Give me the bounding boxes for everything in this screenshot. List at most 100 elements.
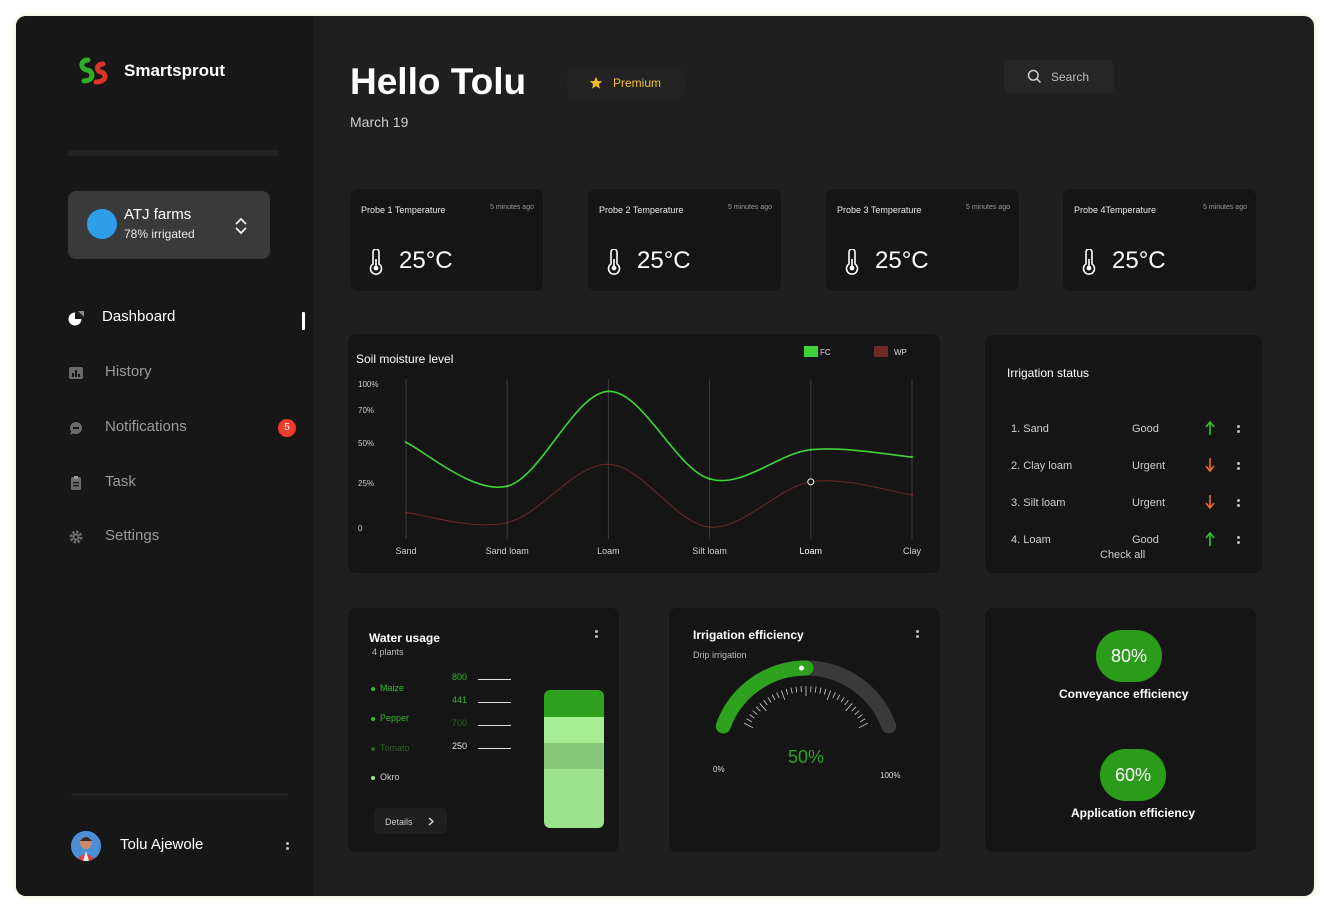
gauge-tick bbox=[749, 714, 755, 719]
legend-dot bbox=[371, 686, 375, 691]
sidebar-item-label: Notifications bbox=[105, 418, 187, 435]
legend-label: WP bbox=[894, 348, 907, 357]
irrigation-row-status: Urgent bbox=[1132, 460, 1166, 472]
gauge-tick bbox=[767, 697, 772, 703]
application-value-pill: 60% bbox=[1100, 749, 1166, 801]
page-title: Hello Tolu bbox=[350, 61, 527, 102]
gauge-tick bbox=[814, 686, 817, 693]
plant-label: Maize bbox=[380, 683, 405, 693]
gauge-tick bbox=[844, 700, 849, 706]
irrigation-row-name: 3. Silt loam bbox=[1011, 497, 1066, 509]
sidebar-item-label: Dashboard bbox=[102, 308, 176, 325]
sidebar-item-label: Task bbox=[105, 473, 136, 490]
x-tick-label: Clay bbox=[903, 546, 922, 556]
avatar[interactable] bbox=[71, 831, 101, 861]
row-menu-icon[interactable] bbox=[1237, 462, 1241, 474]
check-all-link[interactable]: Check all bbox=[1100, 549, 1145, 561]
arrow-down-icon bbox=[1205, 495, 1215, 510]
plant-legend-item: Tomato bbox=[371, 743, 410, 753]
gauge-tick bbox=[857, 714, 863, 719]
user-menu-icon[interactable] bbox=[286, 842, 290, 854]
probe-value: 25°C bbox=[399, 247, 453, 274]
irrigation-row-status: Good bbox=[1132, 423, 1159, 435]
clipboard-icon bbox=[71, 476, 81, 490]
sidebar-item-history[interactable]: History bbox=[68, 361, 308, 385]
star-icon bbox=[589, 76, 603, 89]
usage-tick-line bbox=[478, 748, 511, 749]
plant-label: Tomato bbox=[380, 743, 410, 753]
gauge-tick bbox=[763, 700, 768, 706]
data-point bbox=[910, 493, 914, 497]
water-usage-menu-icon[interactable] bbox=[595, 630, 599, 642]
water-usage-card: Water usage 4 plants Maize Pepper Tomato… bbox=[348, 608, 619, 852]
gauge-tick bbox=[858, 722, 868, 729]
water-usage-subtitle: 4 plants bbox=[372, 647, 404, 657]
series-line-fc bbox=[405, 390, 913, 489]
gauge-tick bbox=[819, 687, 822, 694]
irrigation-status-title: Irrigation status bbox=[1007, 366, 1090, 380]
gauge-tick bbox=[845, 703, 853, 712]
usage-tick-label: 250 bbox=[452, 741, 468, 751]
probe-card-4[interactable]: Probe 4Temperature 5 minutes ago 25°C bbox=[1063, 189, 1256, 291]
sidebar-divider bbox=[71, 793, 288, 796]
farm-switcher[interactable]: ATJ farms 78% irrigated bbox=[68, 191, 270, 259]
arrow-down-icon bbox=[1205, 458, 1215, 473]
sidebar-item-task[interactable]: Task bbox=[68, 471, 308, 495]
sidebar-item-notifications[interactable]: Notifications bbox=[68, 416, 308, 440]
gauge-knob bbox=[798, 665, 804, 671]
active-indicator bbox=[302, 312, 305, 330]
conveyance-label: Conveyance efficiency bbox=[1059, 687, 1189, 701]
row-menu-icon[interactable] bbox=[1237, 536, 1241, 548]
probe-title: Probe 3 Temperature bbox=[837, 205, 922, 215]
data-point bbox=[607, 390, 610, 393]
water-usage-title: Water usage bbox=[369, 631, 440, 645]
row-menu-icon[interactable] bbox=[1237, 499, 1241, 511]
gauge-tick bbox=[759, 703, 767, 712]
usage-tick-label: 700 bbox=[452, 718, 468, 728]
legend-swatch bbox=[804, 346, 818, 357]
thermometer-icon bbox=[1082, 249, 1096, 275]
gauge-tick bbox=[744, 722, 754, 729]
probe-card-3[interactable]: Probe 3 Temperature 5 minutes ago 25°C bbox=[826, 189, 1019, 291]
irrigation-row-status: Good bbox=[1132, 534, 1159, 546]
gauge-tick bbox=[826, 690, 832, 701]
sidebar: Smartsprout ATJ farms 78% irrigated Dash… bbox=[16, 16, 314, 896]
gauge-tick bbox=[752, 710, 758, 715]
premium-button[interactable]: Premium bbox=[567, 68, 685, 98]
gauge-tick bbox=[836, 694, 841, 701]
sidebar-item-settings[interactable]: Settings bbox=[68, 525, 308, 549]
irrigation-row[interactable]: 3. Silt loam Urgent bbox=[1011, 495, 1251, 515]
app-window: Smartsprout ATJ farms 78% irrigated Dash… bbox=[16, 16, 1314, 896]
application-label: Application efficiency bbox=[1071, 806, 1196, 820]
farm-name: ATJ farms bbox=[124, 206, 192, 223]
search-button[interactable]: Search bbox=[1004, 60, 1114, 93]
sidebar-item-label: Settings bbox=[105, 527, 160, 544]
usage-tick-line bbox=[478, 725, 511, 726]
y-tick-label: 70% bbox=[358, 406, 374, 415]
row-menu-icon[interactable] bbox=[1237, 425, 1241, 437]
gauge-tick bbox=[795, 686, 798, 693]
irrigation-row[interactable]: 2. Clay loam Urgent bbox=[1011, 458, 1251, 478]
chevron-updown-icon[interactable] bbox=[232, 216, 250, 236]
sidebar-item-dashboard[interactable]: Dashboard bbox=[68, 306, 308, 330]
irrigation-row[interactable]: 1. Sand Good bbox=[1011, 420, 1251, 441]
gear-icon bbox=[69, 530, 83, 544]
thermometer-icon bbox=[845, 249, 859, 275]
soil-moisture-card: Soil moisture level 100% 70% 50% 25% 0 Sand Sa… bbox=[348, 334, 940, 573]
bar-segment-okro bbox=[544, 769, 604, 828]
details-button[interactable]: Details bbox=[374, 808, 447, 834]
gauge-max-label: 100% bbox=[880, 771, 901, 780]
irrigation-status-card: Irrigation status 1. Sand Good 2. Clay loa… bbox=[985, 335, 1262, 573]
conveyance-value-pill: 80% bbox=[1096, 630, 1162, 682]
probe-value: 25°C bbox=[637, 247, 691, 274]
plant-legend-item: Pepper bbox=[371, 713, 409, 723]
legend-dot bbox=[371, 716, 375, 721]
probe-card-2[interactable]: Probe 2 Temperature 5 minutes ago 25°C bbox=[588, 189, 781, 291]
usage-tick-label: 800 bbox=[452, 672, 468, 682]
gauge-min-label: 0% bbox=[713, 765, 725, 774]
probe-card-1[interactable]: Probe 1 Temperature 5 minutes ago 25°C bbox=[350, 189, 543, 291]
data-point bbox=[404, 511, 408, 514]
brand-name: Smartsprout bbox=[124, 61, 226, 80]
data-point bbox=[506, 485, 509, 488]
arrow-up-icon bbox=[1205, 531, 1215, 546]
